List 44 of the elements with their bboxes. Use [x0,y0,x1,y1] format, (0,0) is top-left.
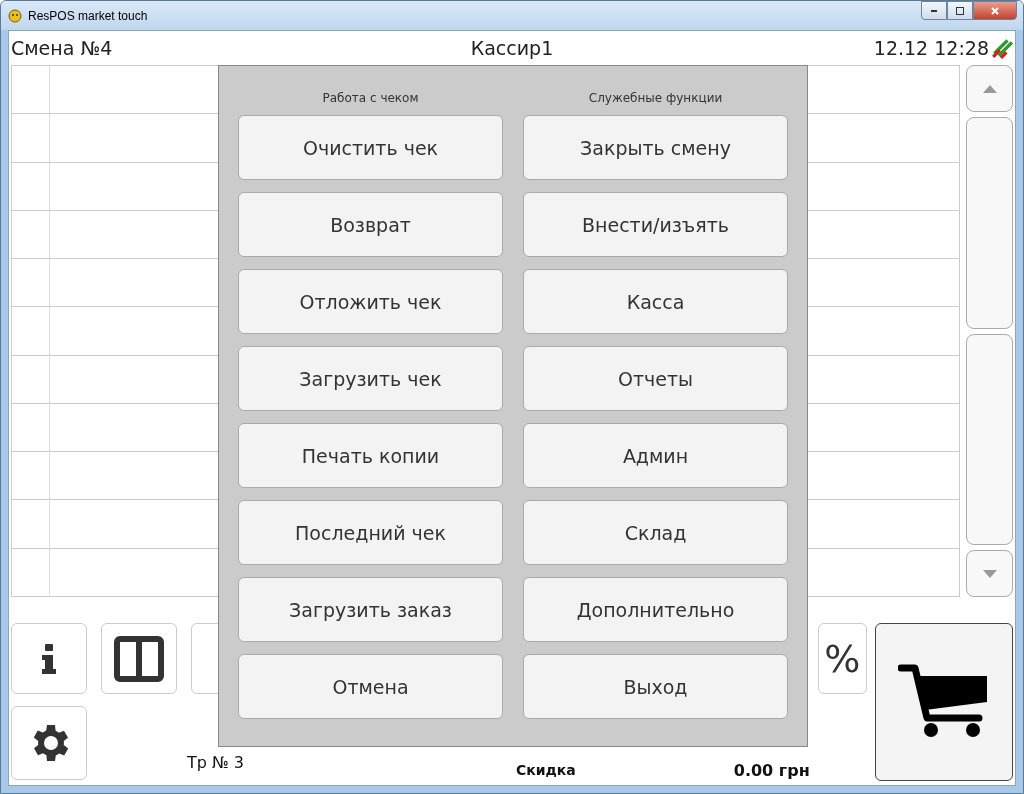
split-view-button[interactable] [101,623,177,694]
maximize-icon [955,5,965,16]
scroll-down-button[interactable] [966,550,1013,597]
discount-button[interactable]: % [817,623,867,694]
menu-column-heading: Работа с чеком [322,90,419,107]
shift-label: Смена №4 [11,37,114,59]
cashier-label: Кассир1 [469,37,555,59]
window-title: ResPOS market touch [28,8,148,23]
maximize-button[interactable] [947,1,973,20]
menu-button[interactable]: Печать копии [238,423,503,488]
menu-button[interactable]: Возврат [238,192,503,257]
terminal-label: Тр № 3 [187,753,244,772]
menu-button[interactable]: Загрузить чек [238,346,503,411]
menu-button[interactable]: Склад [523,500,788,565]
date-time: 12.12 12:28 [873,37,989,59]
app-icon [7,7,23,24]
menu-button[interactable]: Касса [523,269,788,334]
menu-button[interactable]: Отчеты [523,346,788,411]
down-arrow-icon [982,569,997,578]
menu-button[interactable]: Последний чек [238,500,503,565]
close-icon [990,5,1000,16]
settings-button[interactable] [11,706,87,780]
menu-button[interactable]: Очистить чек [238,115,503,180]
discount-label: Скидка [515,762,576,778]
up-arrow-icon [982,84,997,93]
discount-amount: 0.00 грн [733,761,810,780]
menu-button[interactable]: Выход [523,654,788,719]
info-icon [39,643,59,674]
info-button[interactable] [11,623,87,694]
menu-button[interactable]: Загрузить заказ [238,577,503,642]
cart-button[interactable] [874,623,1013,781]
menu-column-heading: Служебные функции [588,90,723,107]
menu-button[interactable]: Внести/изъять [523,192,788,257]
menu-button[interactable]: Отмена [238,654,503,719]
menu-button[interactable]: Админ [523,423,788,488]
close-button[interactable] [973,1,1017,20]
menu-button[interactable]: Дополнительно [523,577,788,642]
minimize-icon [931,9,937,12]
split-view-icon [114,635,164,682]
menu-button[interactable]: Отложить чек [238,269,503,334]
connection-status-icon [991,37,1013,59]
scroll-up-button[interactable] [966,65,1013,112]
minimize-button[interactable] [921,1,947,20]
menu-button[interactable]: Закрыть смену [523,115,788,180]
